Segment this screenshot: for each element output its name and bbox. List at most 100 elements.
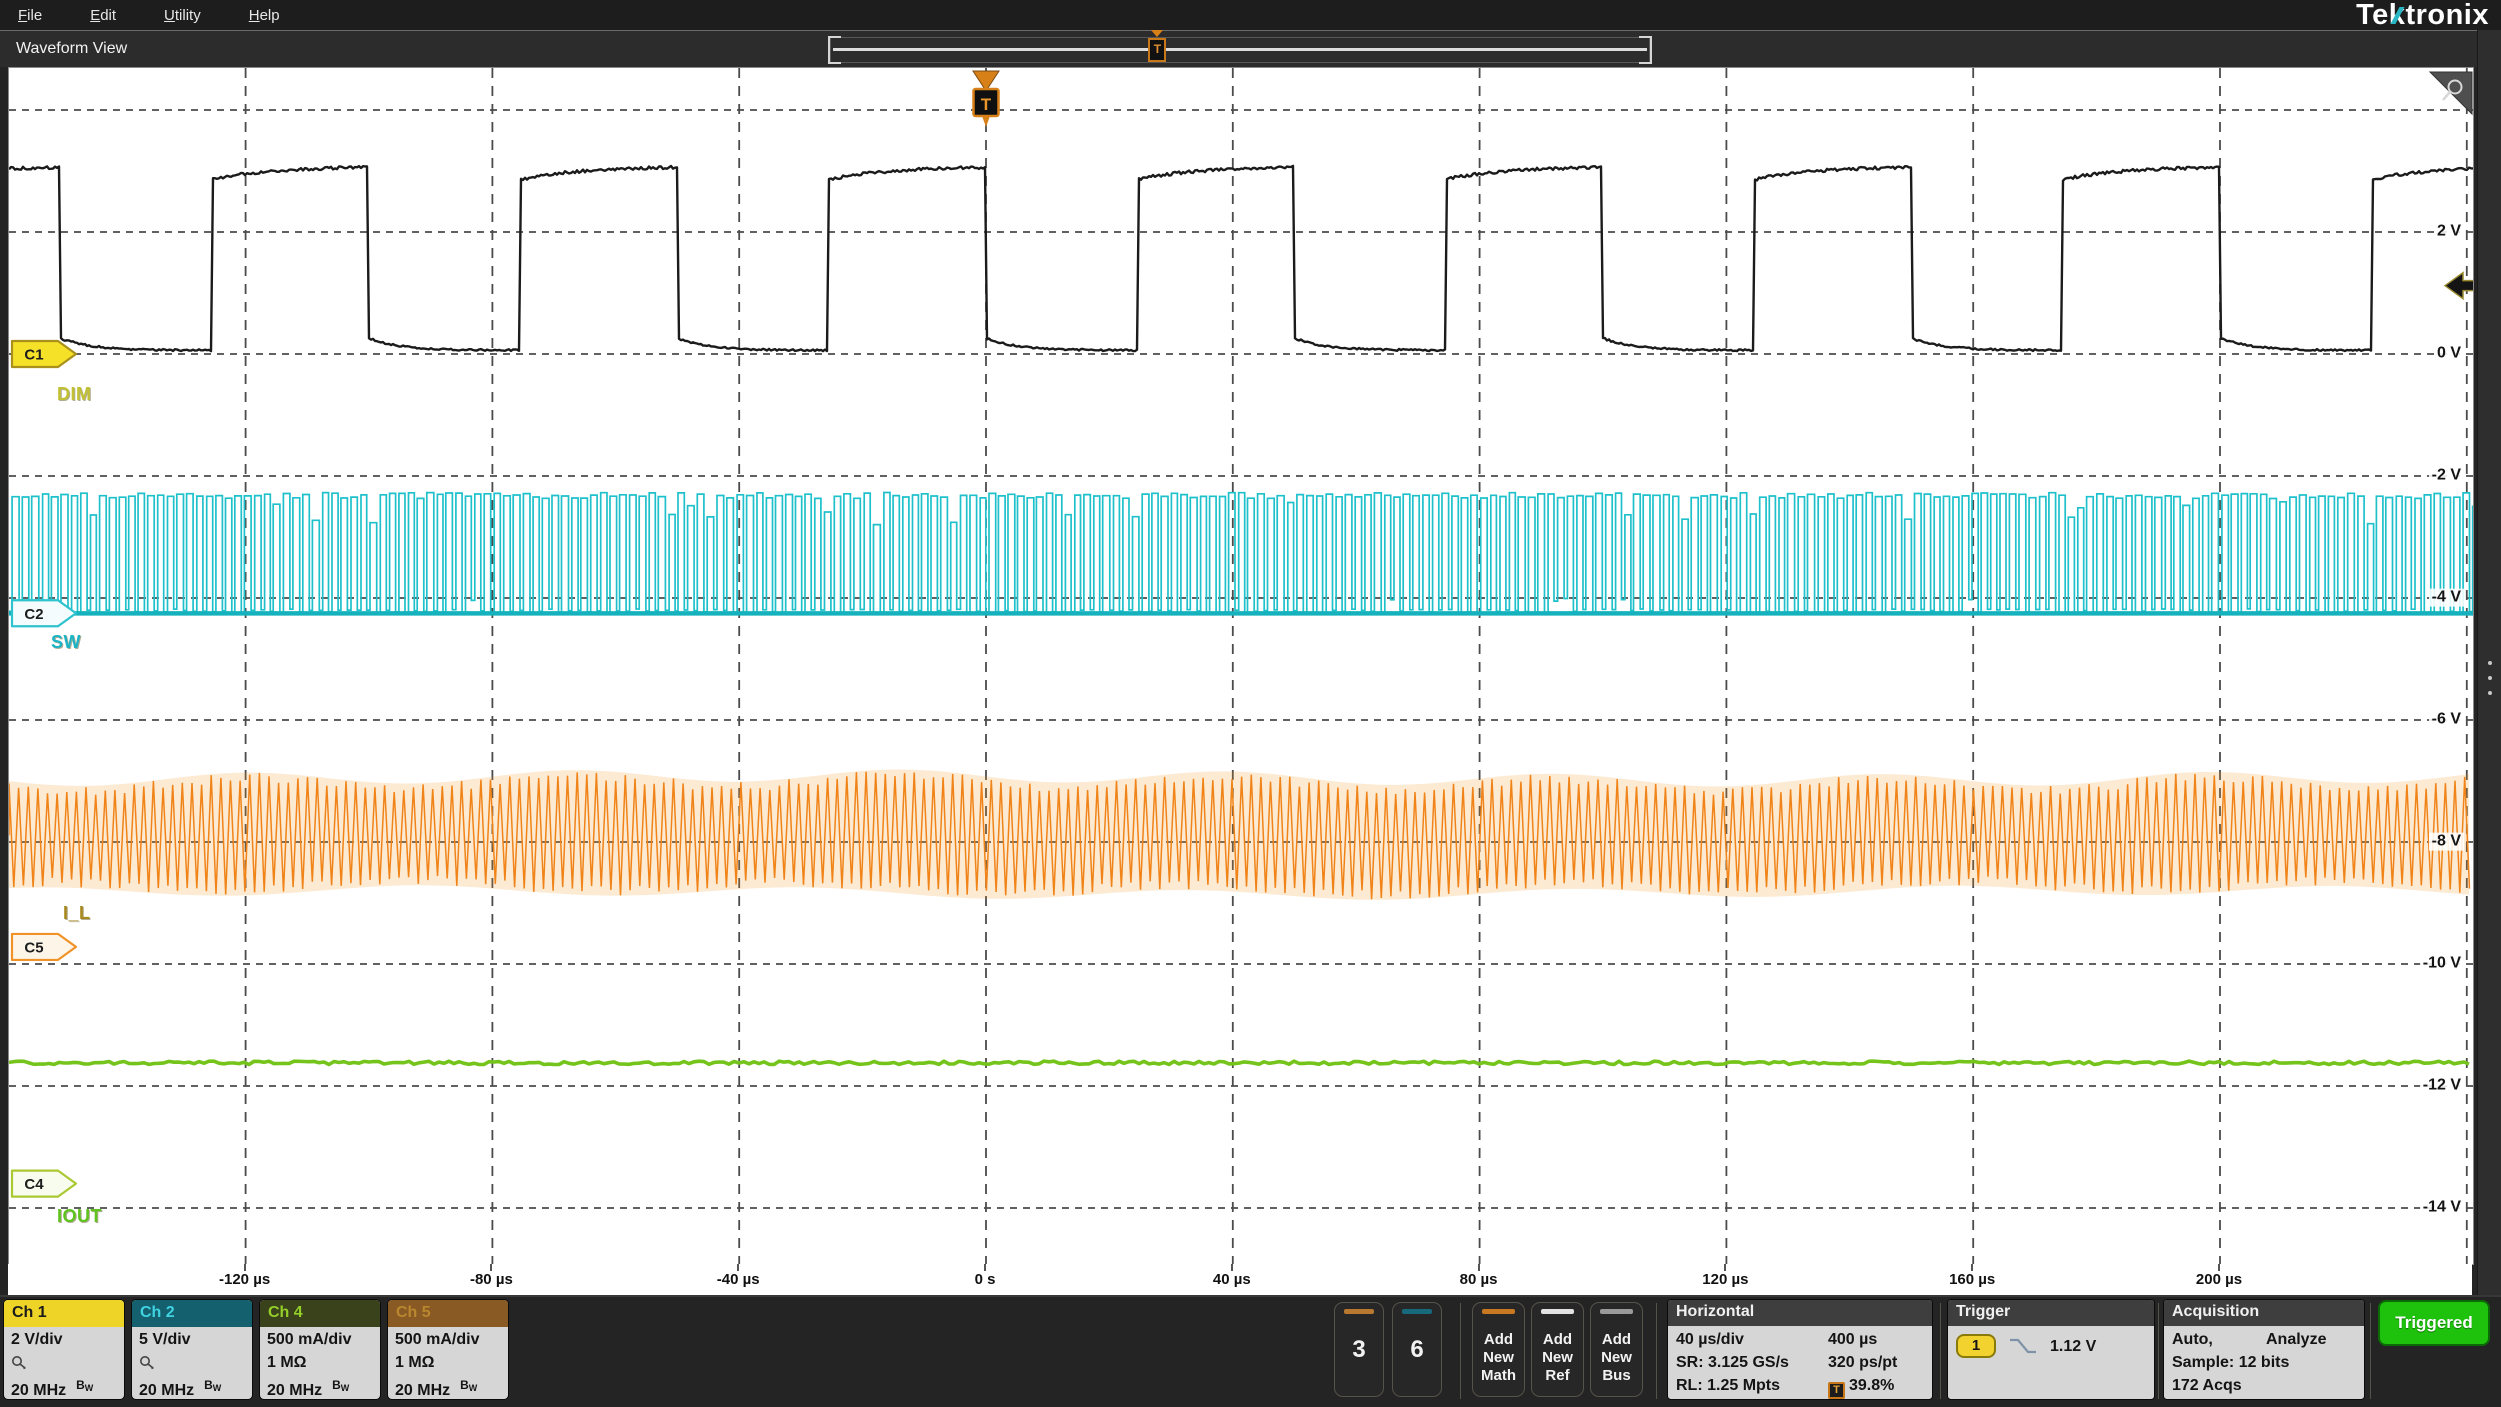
trigger-position-marker[interactable]: T <box>973 71 999 127</box>
wave-label-dim[interactable]: DIM <box>57 384 92 405</box>
time-tick-label: 120 µs <box>1702 1271 1748 1288</box>
time-tick <box>244 1264 246 1271</box>
waveform-canvas[interactable]: T C1 C2 C5 C4 <box>9 68 2473 1264</box>
acquisition-title: Acquisition <box>2164 1300 2364 1326</box>
ch5-header: Ch 5 <box>388 1300 508 1327</box>
time-tick-label: 0 s <box>975 1271 996 1288</box>
voltage-tick-label: -2 V <box>2429 467 2464 485</box>
sample-rate: SR: 3.125 GS/s <box>1676 1351 1828 1374</box>
trace-dim[interactable] <box>9 166 2473 351</box>
add-new-math-button[interactable]: AddNewMath <box>1472 1302 1525 1397</box>
voltage-tick-label: 2 V <box>2434 223 2464 241</box>
ch4-header: Ch 4 <box>260 1300 380 1327</box>
bus-color-stripe <box>1600 1309 1633 1314</box>
time-tick <box>1971 1264 1973 1271</box>
svg-text:C4: C4 <box>24 1176 44 1193</box>
time-tick <box>737 1264 739 1271</box>
grid-vertical <box>246 68 2467 1264</box>
overview-line <box>833 48 1647 51</box>
channel-badge-c2[interactable]: C2 <box>12 600 76 626</box>
overview-trigger-marker[interactable]: T <box>1148 34 1166 64</box>
time-tick-label: 200 µs <box>2196 1271 2242 1288</box>
horizontal-badge[interactable]: Horizontal 40 µs/div 400 µs SR: 3.125 GS… <box>1668 1300 1932 1399</box>
ch1-bandwidth: 20 MHzBW <box>11 1374 117 1399</box>
voltage-tick-label: -10 V <box>2420 955 2464 973</box>
add-new-ref-button[interactable]: AddNewRef <box>1531 1302 1584 1397</box>
math-color-stripe <box>1482 1309 1515 1314</box>
acq-mode: Auto, <box>2172 1328 2266 1351</box>
ch4-scale: 500 mA/div <box>267 1328 373 1351</box>
acq-analyze: Analyze <box>2266 1331 2326 1348</box>
ch4-bandwidth: 20 MHzBW <box>267 1374 373 1399</box>
time-tick <box>490 1264 492 1271</box>
trigger-t-icon: T <box>1148 38 1166 62</box>
menu-bar: File Edit Utility Help Tektronix <box>0 0 2501 30</box>
voltage-tick-label: -12 V <box>2420 1077 2464 1095</box>
ch1-header: Ch 1 <box>4 1300 124 1327</box>
voltage-tick-label: -6 V <box>2429 711 2464 729</box>
time-tick-label: 160 µs <box>1949 1271 1995 1288</box>
trace-iout[interactable] <box>9 1061 2469 1064</box>
voltage-tick-label: -4 V <box>2429 589 2464 607</box>
channel-badge-ch4[interactable]: Ch 4 500 mA/div 1 MΩ 20 MHzBW <box>260 1300 380 1399</box>
divider <box>1656 1303 1657 1399</box>
horizontal-overview-slider[interactable]: T <box>830 37 1650 63</box>
voltage-tick-label: 0 V <box>2434 345 2464 363</box>
trigger-level: 1.12 V <box>2050 1335 2096 1358</box>
trigger-position-icon: T <box>1828 1382 1845 1399</box>
sidebar-drag-handle-icon[interactable] <box>2488 650 2492 706</box>
trigger-source-badge: 1 <box>1956 1334 1996 1358</box>
bandwidth-limit-icon: BW <box>76 1378 93 1392</box>
probe-icon <box>11 1355 28 1370</box>
voltage-tick-label: -14 V <box>2420 1199 2464 1217</box>
ch2-bandwidth: 20 MHzBW <box>139 1374 245 1399</box>
menu-utility[interactable]: Utility <box>164 7 201 24</box>
svg-text:C2: C2 <box>24 606 43 623</box>
divider <box>1460 1303 1461 1399</box>
triggered-indicator: Triggered <box>2378 1300 2490 1346</box>
wave-label-i_l[interactable]: I_L <box>63 903 91 924</box>
trace-sw[interactable] <box>9 493 2473 614</box>
view-header-bar: Waveform View T <box>0 30 2477 67</box>
trigger-badge[interactable]: Trigger 1 1.12 V <box>1948 1300 2154 1399</box>
time-tick <box>1231 1264 1233 1271</box>
wave-label-iout[interactable]: IOUT <box>57 1206 102 1227</box>
channel-badge-ch1[interactable]: Ch 1 2 V/div 20 MHzBW <box>4 1300 124 1399</box>
ch5-impedance: 1 MΩ <box>395 1351 501 1374</box>
add-new-bus-button[interactable]: AddNewBus <box>1590 1302 1643 1397</box>
channel-badge-ch5[interactable]: Ch 5 500 mA/div 1 MΩ 20 MHzBW <box>388 1300 508 1399</box>
ch3-color-stripe <box>1344 1309 1374 1314</box>
time-tick-label: -120 µs <box>219 1271 270 1288</box>
menu-file[interactable]: File <box>18 7 42 24</box>
zoom-corner-button[interactable] <box>2430 72 2472 114</box>
channel-badge-c4[interactable]: C4 <box>12 1171 76 1197</box>
grid-horizontal <box>9 110 2473 1208</box>
acq-sample: Sample: 12 bits <box>2172 1351 2356 1374</box>
channel-6-button[interactable]: 6 <box>1392 1302 1442 1397</box>
menu-help[interactable]: Help <box>249 7 280 24</box>
status-bar: Ch 1 2 V/div 20 MHzBW Ch 2 5 V/div 20 MH… <box>0 1295 2501 1407</box>
waveform-plot[interactable]: T C1 C2 C5 C4 2 V0 V-2 V-4 V-6 V-8 V-10 … <box>8 67 2474 1265</box>
time-tick <box>984 1264 986 1271</box>
time-tick-label: 80 µs <box>1460 1271 1498 1288</box>
record-length: RL: 1.25 Mpts <box>1676 1374 1828 1399</box>
channel-badge-c1[interactable]: C1 <box>12 341 76 367</box>
wave-label-sw[interactable]: SW <box>51 632 81 653</box>
ref-color-stripe <box>1541 1309 1574 1314</box>
time-tick-label: 40 µs <box>1213 1271 1251 1288</box>
divider <box>2158 1303 2159 1399</box>
ch2-header: Ch 2 <box>132 1300 252 1327</box>
trigger-position: T39.8% <box>1828 1374 1924 1399</box>
time-axis: -120 µs-80 µs-40 µs0 s40 µs80 µs120 µs16… <box>8 1264 2472 1295</box>
trigger-level-arrow[interactable] <box>2445 273 2473 299</box>
menu-edit[interactable]: Edit <box>90 7 116 24</box>
time-tick <box>2218 1264 2220 1271</box>
channel-badge-c5[interactable]: C5 <box>12 934 76 960</box>
acquisition-badge[interactable]: Acquisition Auto,Analyze Sample: 12 bits… <box>2164 1300 2364 1399</box>
results-sidebar-handle <box>2477 30 2501 1295</box>
channel-3-button[interactable]: 3 <box>1334 1302 1384 1397</box>
channel-badge-ch2[interactable]: Ch 2 5 V/div 20 MHzBW <box>132 1300 252 1399</box>
trigger-caret-icon <box>1151 30 1163 37</box>
falling-edge-icon <box>2008 1335 2038 1357</box>
probe-icon <box>139 1355 156 1370</box>
